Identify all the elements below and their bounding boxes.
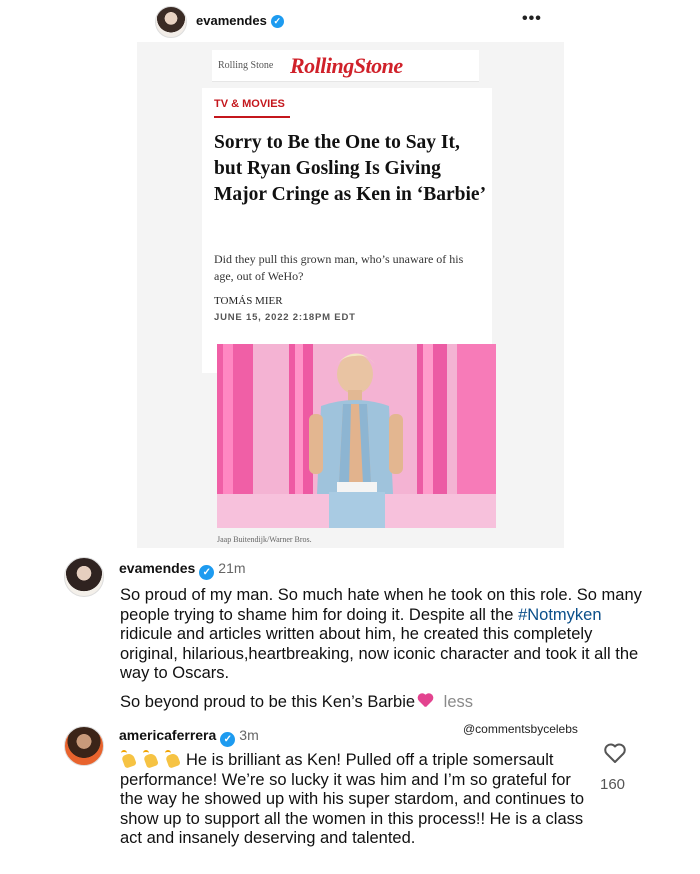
comment-avatar-evamendes[interactable] [64, 557, 104, 597]
username-label[interactable]: evamendes [196, 13, 267, 28]
rolling-stone-logo: RollingStone [290, 53, 403, 78]
clap-emoji-icon [120, 750, 138, 768]
less-link[interactable]: less [444, 693, 473, 711]
article-screenshot: Rolling Stone RollingStone TV & MOVIES S… [137, 42, 564, 548]
more-options-icon[interactable]: ••• [522, 10, 542, 28]
comment-username-label[interactable]: evamendes [119, 560, 195, 576]
verified-badge-icon: ✓ [220, 732, 236, 747]
comment-timestamp: 3m [239, 727, 259, 743]
category-underline [214, 116, 290, 118]
comment-username[interactable]: evamendes ✓ 21m [119, 560, 246, 580]
comment-text-part: He is brilliant as Ken! Pulled off a tri… [120, 751, 585, 847]
article-date: JUNE 15, 2022 2:18PM EDT [214, 312, 356, 323]
hashtag-link[interactable]: #Notmyken [518, 606, 601, 624]
clap-emoji-icon [142, 750, 160, 768]
comment-timestamp: 21m [218, 560, 246, 576]
comment-text-second-paragraph: So beyond proud to be this Ken’s Barbie … [120, 693, 640, 713]
post-username[interactable]: evamendes ✓ [196, 13, 284, 29]
avatar[interactable] [155, 6, 187, 38]
article-headline: Sorry to Be the One to Say It, but Ryan … [214, 132, 487, 205]
heart-emoji-icon [419, 694, 435, 708]
clap-emoji-icon [164, 750, 182, 768]
verified-badge-icon: ✓ [270, 15, 284, 29]
article-photo [217, 344, 496, 528]
masthead-small-text: Rolling Stone [218, 60, 274, 71]
comment-text-part: So beyond proud to be this Ken’s Barbie [120, 693, 416, 711]
watermark: @commentsbycelebs [463, 722, 578, 736]
like-count: 160 [600, 776, 626, 793]
comment-text: So proud of my man. So much hate when he… [120, 586, 650, 684]
post-header: evamendes ✓ ••• [0, 0, 700, 42]
ken-photo-illustration [217, 344, 496, 528]
article-category: TV & MOVIES [214, 98, 285, 110]
verified-badge-icon: ✓ [199, 565, 215, 580]
comment-text-part: ridicule and articles written about him,… [120, 625, 639, 682]
article-dek: Did they pull this grown man, who’s unaw… [214, 252, 464, 283]
masthead: Rolling Stone RollingStone [212, 50, 479, 82]
comment-avatar-americaferrera[interactable] [64, 726, 104, 766]
comment-username[interactable]: americaferrera ✓ 3m [119, 727, 259, 747]
comment-text: He is brilliant as Ken! Pulled off a tri… [120, 750, 590, 849]
comment-username-label[interactable]: americaferrera [119, 727, 216, 743]
like-heart-icon[interactable] [603, 742, 627, 764]
photo-credit: Jaap Buitendijk/Warner Bros. [217, 535, 312, 544]
article-author: TOMÁS MIER [214, 295, 283, 307]
article-body: TV & MOVIES Sorry to Be the One to Say I… [202, 88, 492, 373]
